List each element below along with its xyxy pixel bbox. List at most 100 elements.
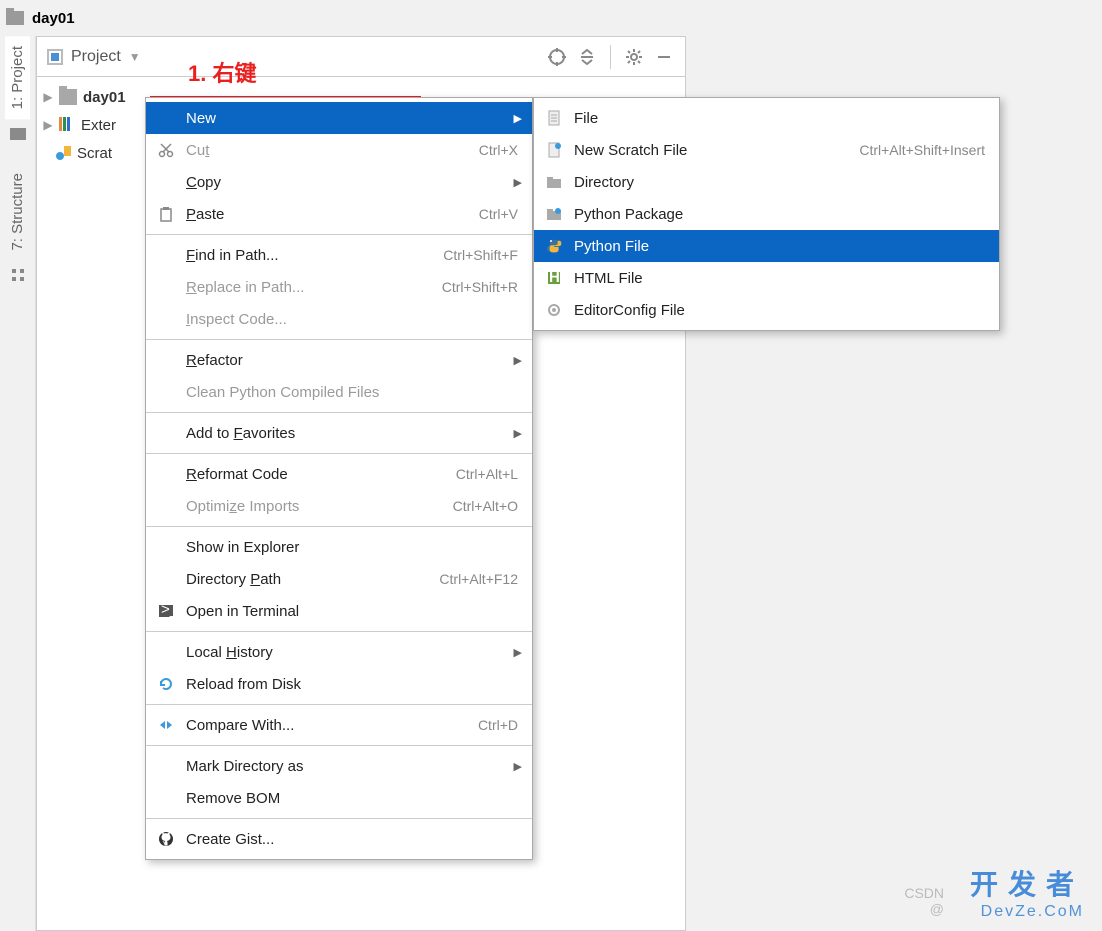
context-item-reload-from-disk[interactable]: Reload from Disk [146, 668, 532, 700]
menu-item-label: Open in Terminal [186, 603, 518, 620]
new-submenu-item-html-file[interactable]: HHTML File [534, 262, 999, 294]
blank-icon [156, 350, 176, 370]
chevron-right-icon: ▶ [514, 112, 522, 125]
blank-icon [156, 642, 176, 662]
menu-item-label: Refactor [186, 352, 518, 369]
tree-root-label: day01 [83, 89, 126, 106]
structure-tab-label: 7: Structure [9, 173, 26, 251]
context-item-inspect-code-[interactable]: Inspect Code... [146, 303, 532, 335]
chevron-right-icon: ▶ [514, 354, 522, 367]
context-item-clean-python-compiled-files[interactable]: Clean Python Compiled Files [146, 376, 532, 408]
context-item-optimize-imports[interactable]: Optimize ImportsCtrl+Alt+O [146, 490, 532, 522]
new-submenu-item-python-package[interactable]: Python Package [534, 198, 999, 230]
locate-icon[interactable] [546, 46, 568, 68]
dir-icon [544, 172, 564, 192]
tool-window-tabs: 1: Project 7: Structure [0, 36, 36, 931]
new-submenu[interactable]: File New Scratch FileCtrl+Alt+Shift+Inser… [533, 97, 1000, 331]
project-tool-tab[interactable]: 1: Project [5, 36, 30, 119]
menu-item-label: EditorConfig File [574, 302, 985, 319]
context-item-mark-directory-as[interactable]: Mark Directory as▶ [146, 750, 532, 782]
new-submenu-item-editorconfig-file[interactable]: EditorConfig File [534, 294, 999, 326]
shortcut-label: Ctrl+Alt+F12 [439, 571, 518, 587]
watermark-small: DevZe.CoM [970, 903, 1084, 921]
menu-item-label: Replace in Path... [186, 279, 432, 296]
context-menu[interactable]: New▶CutCtrl+XCopy▶PasteCtrl+VFind in Pat… [145, 97, 533, 860]
blank-icon [156, 108, 176, 128]
folder-gutter-icon [10, 125, 26, 143]
chevron-right-icon[interactable]: ▶ [41, 118, 55, 132]
context-item-reformat-code[interactable]: Reformat Code Ctrl+Alt+L [146, 458, 532, 490]
context-item-directory-path[interactable]: Directory Path Ctrl+Alt+F12 [146, 563, 532, 595]
menu-item-label: Reformat Code [186, 466, 446, 483]
breadcrumb-title: day01 [32, 10, 75, 27]
context-item-replace-in-path-[interactable]: Replace in Path...Ctrl+Shift+R [146, 271, 532, 303]
expand-icon[interactable] [576, 46, 598, 68]
context-item-show-in-explorer[interactable]: Show in Explorer [146, 531, 532, 563]
github-icon [156, 829, 176, 849]
menu-item-label: Show in Explorer [186, 539, 518, 556]
context-item-create-gist-[interactable]: Create Gist... [146, 823, 532, 855]
watermark-big: 开发者 [970, 863, 1084, 903]
structure-tool-tab[interactable]: 7: Structure [5, 163, 30, 261]
folder-icon [6, 11, 24, 25]
chevron-right-icon: ▶ [514, 646, 522, 659]
chevron-down-icon[interactable]: ▼ [129, 50, 141, 64]
context-item-refactor[interactable]: Refactor▶ [146, 344, 532, 376]
structure-gutter-icon [10, 267, 26, 285]
shortcut-label: Ctrl+Alt+Shift+Insert [859, 142, 985, 158]
menu-item-label: New [186, 110, 518, 127]
shortcut-label: Ctrl+Shift+F [443, 247, 518, 263]
blank-icon [156, 756, 176, 776]
project-tab-label: 1: Project [9, 46, 26, 109]
new-submenu-item-file[interactable]: File [534, 102, 999, 134]
minimize-icon[interactable] [653, 46, 675, 68]
context-item-find-in-path-[interactable]: Find in Path...Ctrl+Shift+F [146, 239, 532, 271]
new-submenu-item-new-scratch-file[interactable]: New Scratch FileCtrl+Alt+Shift+Insert [534, 134, 999, 166]
shortcut-label: Ctrl+Alt+L [456, 466, 518, 482]
context-item-local-history[interactable]: Local History▶ [146, 636, 532, 668]
context-item-add-to-favorites[interactable]: Add to Favorites▶ [146, 417, 532, 449]
new-submenu-item-python-file[interactable]: Python File [534, 230, 999, 262]
menu-item-label: Cut [186, 142, 469, 159]
py-icon [544, 236, 564, 256]
menu-item-label: Paste [186, 206, 469, 223]
context-item-open-in-terminal[interactable]: >_ Open in Terminal [146, 595, 532, 627]
context-item-remove-bom[interactable]: Remove BOM [146, 782, 532, 814]
menu-item-label: File [574, 110, 985, 127]
context-item-paste[interactable]: PasteCtrl+V [146, 198, 532, 230]
blank-icon [156, 277, 176, 297]
menu-item-label: Python Package [574, 206, 985, 223]
menu-item-label: Compare With... [186, 717, 468, 734]
context-item-copy[interactable]: Copy▶ [146, 166, 532, 198]
blank-icon [156, 464, 176, 484]
project-dropdown-label[interactable]: Project [71, 48, 121, 66]
pkg-icon [544, 204, 564, 224]
menu-item-label: Directory [574, 174, 985, 191]
menu-item-label: Python File [574, 238, 985, 255]
chevron-right-icon[interactable]: ▶ [41, 90, 55, 104]
blank-icon [156, 423, 176, 443]
blank-icon [156, 172, 176, 192]
new-submenu-item-directory[interactable]: Directory [534, 166, 999, 198]
project-panel-header: Project ▼ [37, 37, 685, 77]
config-icon [544, 300, 564, 320]
terminal-icon: >_ [156, 601, 176, 621]
context-item-new[interactable]: New▶ [146, 102, 532, 134]
blank-icon [156, 496, 176, 516]
annotation-right-click: 1. 右键 [188, 56, 256, 88]
shortcut-label: Ctrl+Alt+O [453, 498, 518, 514]
chevron-right-icon: ▶ [514, 427, 522, 440]
chevron-right-icon: ▶ [514, 176, 522, 189]
blank-icon [156, 309, 176, 329]
file-icon [544, 108, 564, 128]
gear-icon[interactable] [623, 46, 645, 68]
context-item-compare-with-[interactable]: Compare With...Ctrl+D [146, 709, 532, 741]
reload-icon [156, 674, 176, 694]
menu-item-label: Add to Favorites [186, 425, 518, 442]
breadcrumb-bar: day01 [0, 0, 1102, 36]
blank-icon [156, 382, 176, 402]
blank-icon [156, 569, 176, 589]
context-item-cut[interactable]: CutCtrl+X [146, 134, 532, 166]
scratch-icon [55, 144, 73, 162]
menu-item-label: Directory Path [186, 571, 429, 588]
